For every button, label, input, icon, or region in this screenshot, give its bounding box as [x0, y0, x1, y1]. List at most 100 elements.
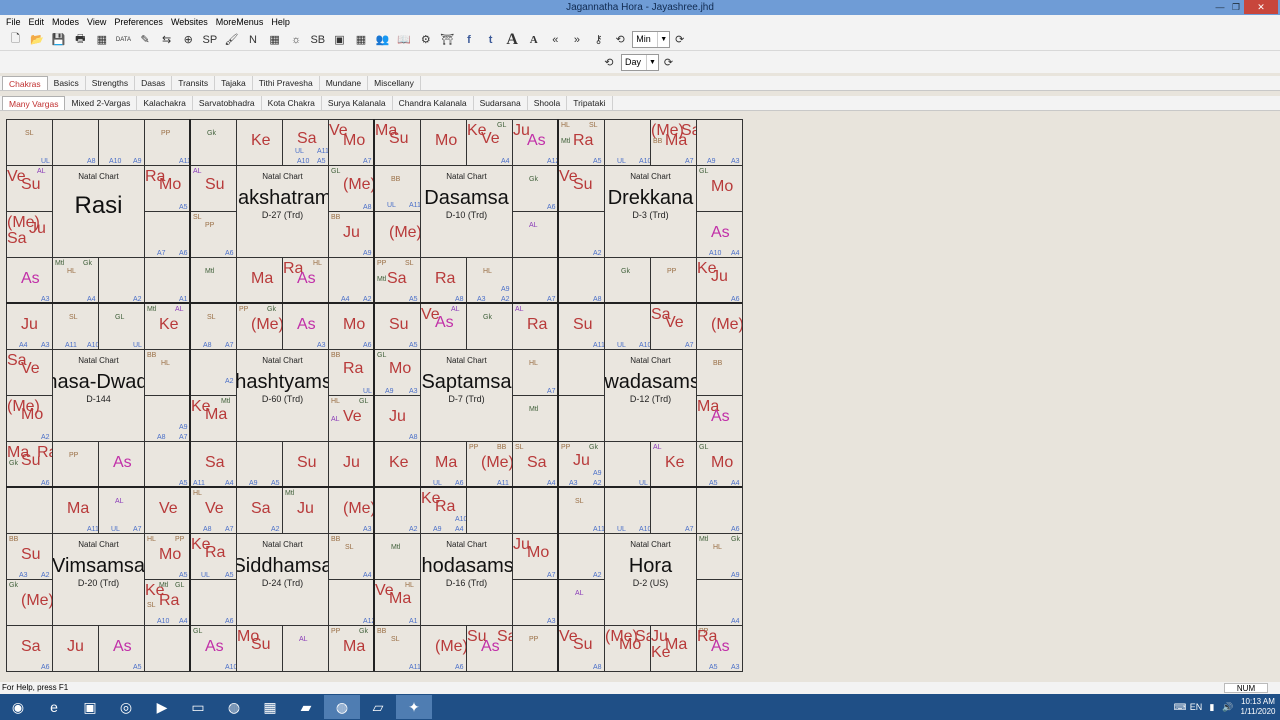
menu-websites[interactable]: Websites — [167, 15, 212, 29]
print-icon[interactable]: 🖶 — [71, 31, 90, 49]
notes-app-icon[interactable]: ▱ — [360, 695, 396, 719]
frame-icon[interactable]: ▣ — [330, 31, 349, 49]
book-icon[interactable]: 📖 — [395, 31, 414, 49]
house-cell: PP BB (Me) A11 — [466, 441, 513, 488]
graha-marker: GL — [175, 582, 185, 589]
subtab-kota-chakra[interactable]: Kota Chakra — [262, 96, 322, 110]
tab-tithi-pravesha[interactable]: Tithi Pravesha — [253, 76, 320, 90]
house-cell: A6 — [190, 579, 237, 626]
house-cell: BB SL A11 — [374, 625, 421, 672]
new-file-icon[interactable]: 🗋 — [6, 31, 25, 49]
keyboard-icon[interactable]: ⌨ — [1172, 702, 1188, 713]
tab-dasas[interactable]: Dasas — [135, 76, 173, 90]
menu-view[interactable]: View — [83, 15, 110, 29]
menu-modes[interactable]: Modes — [48, 15, 83, 29]
facebook-icon[interactable]: f — [459, 31, 478, 49]
transfer-icon[interactable]: ⇆ — [157, 31, 176, 49]
graha-marker: HL — [713, 544, 722, 551]
minimize-button[interactable]: — — [1212, 0, 1228, 14]
graha-marker: HL — [67, 268, 76, 275]
volume-icon[interactable]: 🔊 — [1220, 702, 1236, 713]
temple-icon[interactable]: ⛩ — [438, 31, 457, 49]
menu-file[interactable]: File — [2, 15, 25, 29]
transit-edit-icon[interactable]: ✎ — [136, 31, 155, 49]
jhora-icon[interactable]: ✦ — [396, 695, 432, 719]
tab-transits[interactable]: Transits — [172, 76, 216, 90]
explorer-icon[interactable]: ▭ — [180, 695, 216, 719]
open-folder-icon[interactable]: 📂 — [28, 31, 47, 49]
cycle-icon[interactable]: ⊕ — [179, 31, 198, 49]
subtab-mixed-2-vargas[interactable]: Mixed 2-Vargas — [65, 96, 138, 110]
subtab-kalachakra[interactable]: Kalachakra — [137, 96, 193, 110]
forward-icon[interactable]: » — [567, 31, 586, 49]
sp-kh-icon[interactable]: SP — [200, 31, 219, 49]
subtab-sarvatobhadra[interactable]: Sarvatobhadra — [193, 96, 262, 110]
day-forward-icon[interactable]: ⟳ — [659, 53, 678, 71]
house-cell: Ke Ra UL A5 — [190, 533, 237, 580]
menu-preferences[interactable]: Preferences — [110, 15, 167, 29]
chrome-alt-icon[interactable]: ◍ — [324, 695, 360, 719]
close-button[interactable]: ✕ — [1244, 0, 1278, 14]
notes-icon[interactable]: N — [244, 31, 263, 49]
brush-icon[interactable]: 🖌 — [222, 31, 241, 49]
calculator-icon[interactable]: ▦ — [252, 695, 288, 719]
chart-data-icon[interactable]: ▦ — [92, 31, 111, 49]
back-icon[interactable]: « — [546, 31, 565, 49]
people-icon[interactable]: 👥 — [373, 31, 392, 49]
planet-label: As — [527, 132, 546, 149]
twitter-icon[interactable]: t — [481, 31, 500, 49]
subtab-chandra-kalanala[interactable]: Chandra Kalanala — [393, 96, 474, 110]
subtab-sudarsana[interactable]: Sudarsana — [474, 96, 528, 110]
tab-basics[interactable]: Basics — [48, 76, 86, 90]
sun-icon[interactable]: ☼ — [287, 31, 306, 49]
maximize-button[interactable]: ❐ — [1228, 0, 1244, 14]
day-back-icon[interactable]: ⟲ — [599, 53, 618, 71]
subtab-surya-kalanala[interactable]: Surya Kalanala — [322, 96, 393, 110]
clock[interactable]: 10:13 AM 1/11/2020 — [1236, 697, 1280, 717]
gears-icon[interactable]: ⚙ — [416, 31, 435, 49]
house-cell: A2 — [558, 533, 605, 580]
save-icon[interactable]: 💾 — [49, 31, 68, 49]
graha-marker: PP — [667, 268, 677, 275]
tab-strengths[interactable]: Strengths — [86, 76, 136, 90]
font-large-icon[interactable]: A — [503, 31, 522, 49]
grid-icon[interactable]: ▦ — [265, 31, 284, 49]
player-icon[interactable]: ▶ — [144, 695, 180, 719]
key-icon[interactable]: ⚷ — [589, 31, 608, 49]
menu-help[interactable]: Help — [267, 15, 294, 29]
step-unit-select[interactable]: Min ▼ — [632, 31, 671, 48]
sb-icon[interactable]: SB — [308, 31, 327, 49]
tab-tajaka[interactable]: Tajaka — [215, 76, 253, 90]
house-cell: BB Su A3 A2 — [6, 533, 53, 580]
tab-mundane[interactable]: Mundane — [320, 76, 369, 90]
step-back-icon[interactable]: ⟲ — [611, 31, 630, 49]
network-icon[interactable]: ▮ — [1204, 702, 1220, 713]
graha-marker: AL — [299, 636, 308, 643]
day-unit-select[interactable]: Day ▼ — [621, 53, 659, 71]
subtab-shoola[interactable]: Shoola — [528, 96, 568, 110]
table-icon[interactable]: ▦ — [352, 31, 371, 49]
planet-label: Ke — [251, 132, 271, 149]
planet-label: Mo — [21, 406, 44, 423]
media-icon[interactable]: ◎ — [108, 695, 144, 719]
font-small-icon[interactable]: A — [524, 31, 543, 49]
chrome-icon[interactable]: ◍ — [216, 695, 252, 719]
planet-label: As — [21, 270, 40, 287]
subtab-many-vargas[interactable]: Many Vargas — [2, 96, 66, 110]
subtab-tripataki[interactable]: Tripataki — [567, 96, 613, 110]
step-forward-icon[interactable]: ⟳ — [670, 31, 689, 49]
language-indicator[interactable]: EN — [1188, 702, 1204, 712]
graha-marker: A11 — [409, 664, 421, 671]
ie-icon[interactable]: e — [36, 695, 72, 719]
menu-moremenus[interactable]: MoreMenus — [212, 15, 268, 29]
graha-marker: A5 — [709, 664, 718, 671]
house-cell: Sa A6 — [6, 625, 53, 672]
tab-chakras[interactable]: Chakras — [2, 76, 48, 90]
start-icon[interactable]: ◉ — [0, 695, 36, 719]
graha-marker: A8 — [593, 664, 602, 671]
data-entry-icon[interactable]: DATA — [114, 31, 133, 49]
folder-icon[interactable]: ▰ — [288, 695, 324, 719]
menu-edit[interactable]: Edit — [25, 15, 49, 29]
store-icon[interactable]: ▣ — [72, 695, 108, 719]
tab-miscellany[interactable]: Miscellany — [368, 76, 421, 90]
